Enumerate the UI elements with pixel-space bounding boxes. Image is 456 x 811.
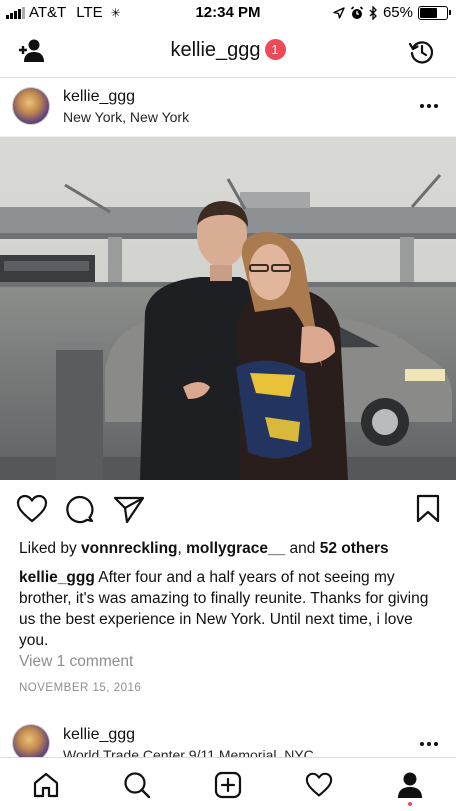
plus-square-icon bbox=[214, 771, 242, 799]
comment-icon bbox=[66, 495, 94, 524]
photo-scene bbox=[0, 137, 456, 480]
likes-prefix: Liked by bbox=[19, 540, 82, 557]
post-header: kellie_ggg New York, New York bbox=[0, 79, 456, 137]
heart-icon bbox=[16, 494, 48, 523]
next-post-username[interactable]: kellie_ggg bbox=[63, 726, 135, 744]
tab-profile[interactable] bbox=[395, 770, 425, 800]
battery-percent: 65% bbox=[382, 4, 413, 21]
status-right: 65% bbox=[333, 4, 451, 21]
more-options-button[interactable] bbox=[420, 104, 438, 108]
likes-line: Liked by vonnreckling, mollygrace__ and … bbox=[19, 540, 389, 558]
save-button[interactable] bbox=[415, 494, 441, 529]
tab-home[interactable] bbox=[31, 770, 61, 800]
more-icon bbox=[420, 742, 424, 746]
liker-1[interactable]: vonnreckling bbox=[81, 540, 177, 557]
post-date: NOVEMBER 15, 2016 bbox=[19, 682, 142, 694]
tab-activity[interactable] bbox=[304, 770, 334, 800]
avatar[interactable] bbox=[12, 87, 50, 125]
post-caption: kellie_ggg After four and a half years o… bbox=[19, 567, 439, 651]
notification-badge[interactable]: 1 bbox=[264, 39, 286, 60]
next-post-header: kellie_ggg World Trade Center 9/11 Memor… bbox=[0, 714, 456, 758]
bottom-tab-bar bbox=[0, 757, 456, 811]
alarm-icon bbox=[350, 5, 364, 19]
bluetooth-icon bbox=[369, 5, 377, 20]
top-navigation: kellie_ggg 1 bbox=[0, 26, 456, 78]
post-photo[interactable] bbox=[0, 137, 456, 480]
profile-icon bbox=[398, 772, 422, 798]
history-icon bbox=[408, 41, 434, 64]
header-title: kellie_ggg bbox=[170, 39, 261, 61]
tab-new-post[interactable] bbox=[213, 770, 243, 800]
likes-and: and bbox=[285, 540, 320, 557]
likes-separator: , bbox=[177, 540, 187, 557]
post-location[interactable]: New York, New York bbox=[63, 109, 189, 125]
view-comments-link[interactable]: View 1 comment bbox=[19, 653, 133, 671]
post-username[interactable]: kellie_ggg bbox=[63, 88, 135, 106]
post-actions bbox=[0, 490, 456, 530]
heart-icon bbox=[305, 772, 333, 797]
paper-plane-icon bbox=[113, 496, 145, 524]
home-icon bbox=[33, 772, 59, 798]
next-post-more-button[interactable] bbox=[420, 742, 438, 746]
bookmark-icon bbox=[416, 494, 440, 523]
caption-username[interactable]: kellie_ggg bbox=[19, 569, 95, 586]
liker-2[interactable]: mollygrace__ bbox=[186, 540, 285, 557]
history-button[interactable] bbox=[408, 38, 436, 71]
comment-button[interactable] bbox=[65, 494, 95, 529]
next-post-avatar[interactable] bbox=[12, 724, 50, 758]
tab-search[interactable] bbox=[122, 770, 152, 800]
battery-icon bbox=[418, 5, 451, 20]
location-arrow-icon bbox=[333, 6, 345, 19]
more-icon bbox=[420, 104, 424, 108]
status-bar: AT&T LTE ✳ 12:34 PM 65% bbox=[0, 0, 456, 26]
header-title-wrap: kellie_ggg 1 bbox=[0, 39, 456, 62]
search-icon bbox=[124, 772, 151, 799]
likes-others[interactable]: 52 others bbox=[320, 540, 389, 557]
like-button[interactable] bbox=[16, 494, 48, 529]
profile-notification-dot bbox=[408, 802, 412, 806]
share-button[interactable] bbox=[113, 494, 145, 529]
